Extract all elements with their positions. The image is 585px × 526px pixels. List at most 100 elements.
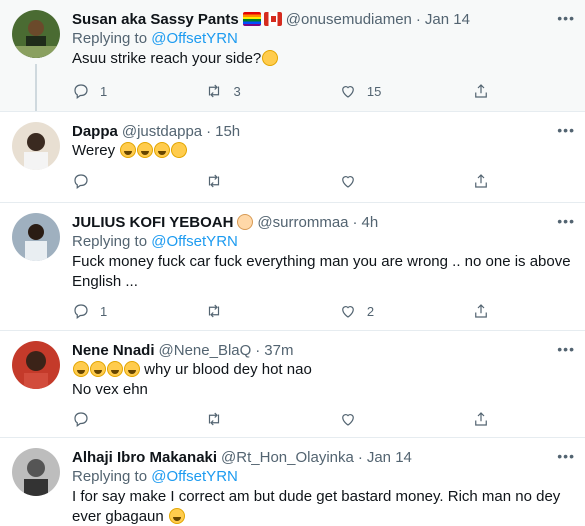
display-name[interactable]: Dappa (72, 123, 118, 140)
tweet-dappa[interactable]: Dappa @justdappa · 15h Werey ••• (0, 111, 585, 202)
laughing-tears-emoji-icon (137, 142, 154, 158)
heart-icon (342, 176, 354, 188)
display-name[interactable]: Susan aka Sassy Pants (72, 11, 239, 28)
reply-icon (74, 304, 88, 319)
tweet-text-content: ever gbagaun (72, 508, 164, 525)
user-handle[interactable]: @Nene_BlaQ (159, 342, 252, 359)
laughing-tears-emoji-icon (90, 361, 106, 377)
avatar[interactable] (12, 341, 60, 389)
mention-link[interactable]: @OffsetYRN (151, 233, 238, 250)
timestamp[interactable]: 37m (264, 342, 293, 359)
separator: · (206, 122, 212, 140)
retweet-icon (209, 84, 220, 98)
share-button[interactable] (472, 409, 502, 429)
tweet-nene[interactable]: Nene Nnadi @Nene_BlaQ · 37m why ur blood… (0, 330, 585, 437)
like-button[interactable] (339, 409, 472, 429)
laughing-tears-emoji-icon (120, 142, 137, 158)
display-name[interactable]: Nene Nnadi (72, 342, 155, 359)
like-button[interactable]: 15 (339, 81, 472, 101)
rolling-laughing-emoji-icon (168, 139, 190, 161)
laughing-tears-emoji-icon (168, 508, 185, 524)
share-icon (475, 174, 488, 188)
reply-icon (74, 174, 88, 189)
separator: · (255, 341, 261, 359)
mention-link[interactable]: @OffsetYRN (151, 30, 238, 47)
more-options-icon[interactable]: ••• (557, 341, 575, 357)
display-name[interactable]: Alhaji Ibro Makanaki (72, 449, 217, 466)
tweet-text-line-1: why ur blood dey hot nao (72, 360, 573, 380)
retweet-button[interactable] (205, 301, 338, 321)
replying-to: Replying to @OffsetYRN (72, 29, 573, 49)
user-handle[interactable]: @Rt_Hon_Olayinka (221, 449, 354, 466)
tweet-susan[interactable]: Susan aka Sassy Pants @onusemudiamen · J… (0, 0, 585, 111)
sad-face-emoji-icon (262, 50, 279, 66)
like-count: 15 (366, 83, 382, 99)
timestamp[interactable]: Jan 14 (425, 11, 470, 28)
reply-button[interactable]: 1 (72, 81, 205, 101)
reply-button[interactable] (72, 171, 205, 191)
retweet-icon (209, 304, 220, 318)
avatar[interactable] (12, 213, 60, 261)
share-icon (475, 84, 488, 98)
retweet-button[interactable] (205, 171, 338, 191)
replying-to: Replying to @OffsetYRN (72, 467, 573, 487)
tweet-text: Werey (72, 139, 573, 161)
heart-icon (342, 306, 354, 318)
old-man-emoji-icon (237, 214, 254, 230)
reply-feed: Susan aka Sassy Pants @onusemudiamen · J… (0, 0, 585, 526)
tweet-julius[interactable]: JULIUS KOFI YEBOAH @surrommaa · 4h Reply… (0, 202, 585, 330)
more-options-icon[interactable]: ••• (557, 122, 575, 138)
tweet-text-content: Asuu strike reach your side? (72, 50, 262, 67)
retweet-button[interactable]: 3 (205, 81, 338, 101)
like-button[interactable]: 2 (339, 301, 472, 321)
tweet-text: Asuu strike reach your side? (72, 49, 573, 69)
retweet-icon (209, 412, 220, 426)
more-options-icon[interactable]: ••• (557, 213, 575, 229)
laughing-tears-emoji-icon (124, 361, 140, 377)
tweet-text-line-2: No vex ehn (72, 381, 148, 398)
tweet-text-content: Werey (72, 142, 116, 159)
retweet-icon (209, 174, 220, 188)
share-button[interactable] (472, 81, 502, 101)
tweet-text-line-2: ever gbagaun (72, 507, 573, 526)
avatar[interactable] (12, 10, 60, 58)
reply-button[interactable]: 1 (72, 301, 205, 321)
reply-count: 1 (100, 303, 108, 319)
timestamp[interactable]: 15h (215, 123, 240, 140)
user-handle[interactable]: @onusemudiamen (286, 11, 412, 28)
like-button[interactable] (339, 171, 472, 191)
rainbow-flag-icon (242, 12, 261, 26)
tweet-alhaji[interactable]: Alhaji Ibro Makanaki @Rt_Hon_Olayinka · … (0, 437, 585, 526)
timestamp[interactable]: Jan 14 (367, 449, 412, 466)
replying-prefix: Replying to (72, 30, 152, 47)
avatar[interactable] (12, 448, 60, 496)
user-handle[interactable]: @justdappa (122, 123, 202, 140)
mention-link[interactable]: @OffsetYRN (151, 468, 238, 485)
more-options-icon[interactable]: ••• (557, 10, 575, 26)
display-name[interactable]: JULIUS KOFI YEBOAH (72, 214, 233, 231)
canada-flag-icon (263, 12, 282, 26)
heart-icon (342, 86, 354, 98)
replying-prefix: Replying to (72, 468, 152, 485)
reply-button[interactable] (72, 409, 205, 429)
separator: · (415, 10, 421, 28)
laughing-tears-emoji-icon (154, 142, 171, 158)
laughing-tears-emoji-icon (73, 361, 89, 377)
reply-icon (74, 412, 88, 427)
retweet-button[interactable] (205, 409, 338, 429)
tweet-text-content: why ur blood dey hot nao (140, 361, 312, 378)
tweet-text-line-2: English ... (72, 273, 138, 290)
replying-prefix: Replying to (72, 233, 152, 250)
avatar[interactable] (12, 122, 60, 170)
thread-connector (35, 64, 37, 111)
timestamp[interactable]: 4h (362, 214, 379, 231)
separator: · (357, 448, 363, 466)
tweet-text-line-1: Fuck money fuck car fuck everything man … (72, 253, 571, 270)
share-icon (475, 412, 488, 426)
user-handle[interactable]: @surrommaa (257, 214, 348, 231)
heart-icon (342, 414, 354, 426)
retweet-count: 3 (233, 83, 241, 99)
share-button[interactable] (472, 171, 502, 191)
more-options-icon[interactable]: ••• (557, 448, 575, 464)
share-button[interactable] (472, 301, 502, 321)
